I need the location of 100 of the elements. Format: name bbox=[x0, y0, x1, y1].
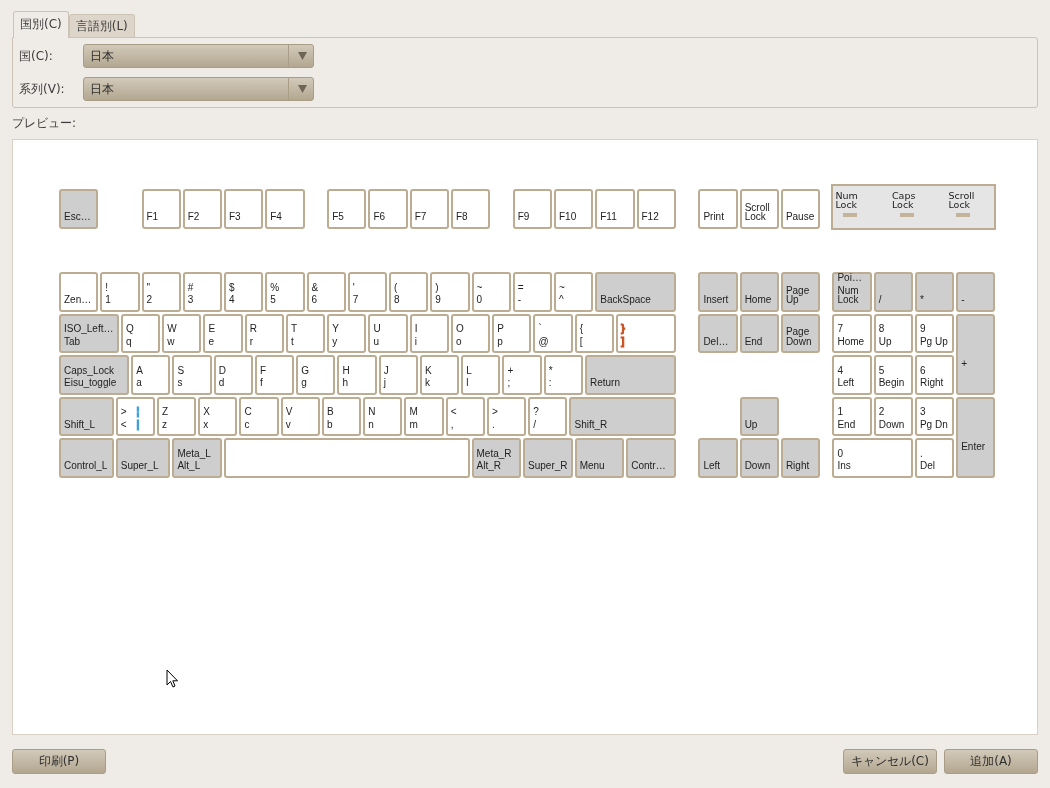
key[interactable]: { [ bbox=[574, 313, 614, 353]
key[interactable]: F4 bbox=[265, 189, 305, 229]
key[interactable]: W w bbox=[162, 313, 202, 353]
key[interactable]: O o bbox=[450, 313, 491, 353]
key[interactable]: ! 1 bbox=[100, 272, 140, 312]
key[interactable]: . Del bbox=[914, 438, 955, 478]
key[interactable]: * : bbox=[543, 355, 583, 395]
function-key[interactable]: Menu bbox=[574, 438, 625, 478]
key[interactable]: G g bbox=[296, 355, 336, 395]
key[interactable]: 1 End bbox=[832, 396, 872, 436]
key[interactable]: E e bbox=[203, 313, 243, 353]
key[interactable]: F1 bbox=[141, 189, 181, 229]
function-key[interactable]: Left bbox=[698, 438, 738, 478]
key[interactable]: D d bbox=[213, 355, 253, 395]
key[interactable]: < , bbox=[445, 396, 485, 436]
key[interactable]: R r bbox=[244, 313, 284, 353]
key[interactable]: Z z bbox=[156, 396, 197, 436]
key[interactable]: $ 4 bbox=[224, 272, 264, 312]
key[interactable]: B b bbox=[321, 396, 362, 436]
function-key[interactable]: * bbox=[914, 272, 955, 312]
function-key[interactable]: Del… bbox=[698, 313, 738, 353]
function-key[interactable]: Meta_R Alt_R bbox=[471, 438, 522, 478]
function-key[interactable]: Up bbox=[739, 396, 779, 436]
function-key[interactable]: Super_L bbox=[115, 438, 171, 478]
key[interactable]: Pause bbox=[780, 189, 821, 229]
function-key[interactable]: / bbox=[873, 272, 913, 312]
key[interactable]: F10 bbox=[554, 189, 594, 229]
add-button[interactable]: 追加(A) bbox=[944, 749, 1038, 774]
key[interactable]: F5 bbox=[327, 189, 367, 229]
function-key[interactable]: - bbox=[956, 272, 996, 312]
key[interactable]: 0 Ins bbox=[832, 438, 913, 478]
function-key[interactable]: Control_L bbox=[59, 438, 114, 478]
key[interactable]: J j bbox=[378, 355, 418, 395]
tab[interactable]: 国別(C) bbox=[13, 11, 69, 38]
function-key[interactable]: BackSpace bbox=[595, 272, 676, 312]
key[interactable]: # 3 bbox=[182, 272, 222, 312]
key[interactable]: N n bbox=[363, 396, 403, 436]
function-key[interactable]: Super_R bbox=[523, 438, 573, 478]
function-key[interactable]: Meta_L Alt_L bbox=[172, 438, 222, 478]
function-key[interactable]: Page Down bbox=[780, 313, 821, 353]
function-key[interactable]: Enter bbox=[956, 396, 996, 478]
function-key[interactable]: Home bbox=[739, 272, 779, 312]
key[interactable]: + ; bbox=[502, 355, 542, 395]
function-key[interactable]: Down bbox=[739, 438, 779, 478]
key[interactable]: U u bbox=[368, 313, 408, 353]
key[interactable]: 7 Home bbox=[832, 313, 872, 353]
function-key[interactable]: Caps_Lock Eisu_toggle bbox=[59, 355, 130, 395]
key[interactable]: F8 bbox=[450, 189, 491, 229]
key[interactable]: C c bbox=[239, 396, 279, 436]
function-key[interactable]: Right bbox=[780, 438, 821, 478]
function-key[interactable]: End bbox=[739, 313, 779, 353]
key[interactable]: L l bbox=[461, 355, 501, 395]
function-key[interactable]: Page Up bbox=[780, 272, 821, 312]
function-key[interactable]: Shift_R bbox=[569, 396, 676, 436]
key[interactable]: ' 7 bbox=[347, 272, 387, 312]
key[interactable]: 2 Down bbox=[873, 396, 913, 436]
key[interactable]: F9 bbox=[512, 189, 552, 229]
function-key[interactable]: Insert bbox=[698, 272, 738, 312]
key[interactable]: ~ 0 bbox=[471, 272, 511, 312]
key[interactable]: ` @ bbox=[533, 313, 573, 353]
key[interactable]: F12 bbox=[636, 189, 676, 229]
key[interactable]: F2 bbox=[182, 189, 222, 229]
key[interactable]: ~ ^ bbox=[554, 272, 594, 312]
key[interactable]: K k bbox=[419, 355, 460, 395]
key[interactable]: = - bbox=[512, 272, 552, 312]
key[interactable]: Zen… bbox=[59, 272, 99, 312]
function-key[interactable]: ISO_Left… Tab bbox=[59, 313, 119, 353]
key[interactable]: X x bbox=[198, 396, 238, 436]
key[interactable]: ( 8 bbox=[389, 272, 429, 312]
key[interactable]: M m bbox=[404, 396, 444, 436]
key[interactable]: F7 bbox=[409, 189, 449, 229]
key[interactable]: & 6 bbox=[306, 272, 346, 312]
key[interactable]: 8 Up bbox=[873, 313, 913, 353]
function-key[interactable]: + bbox=[956, 313, 996, 395]
key[interactable]: Print bbox=[698, 189, 738, 229]
key[interactable]: > . bbox=[486, 396, 527, 436]
key[interactable]: 9 Pg Up bbox=[914, 313, 955, 353]
print-button[interactable]: 印刷(P) bbox=[12, 749, 106, 774]
key[interactable]: " 2 bbox=[141, 272, 181, 312]
key[interactable]: F f bbox=[254, 355, 295, 395]
key[interactable]: Scroll Lock bbox=[739, 189, 779, 229]
key[interactable]: ) 9 bbox=[430, 272, 470, 312]
key[interactable]: ? / bbox=[528, 396, 568, 436]
key[interactable]: 4 Left bbox=[832, 355, 872, 395]
function-key[interactable]: Return bbox=[584, 355, 676, 395]
key[interactable]: T t bbox=[285, 313, 326, 353]
function-key[interactable]: Esc… bbox=[59, 189, 99, 229]
key[interactable]: S s bbox=[172, 355, 212, 395]
key[interactable]: I i bbox=[409, 313, 449, 353]
function-key[interactable]: Contr… bbox=[626, 438, 676, 478]
key[interactable]: Q q bbox=[120, 313, 161, 353]
dropdown[interactable]: 日本 bbox=[83, 77, 314, 101]
key[interactable]: H h bbox=[337, 355, 377, 395]
function-key[interactable]: Shift_L bbox=[59, 396, 114, 436]
dropdown[interactable]: 日本 bbox=[83, 44, 314, 68]
key[interactable]: % 5 bbox=[265, 272, 305, 312]
key[interactable]: } ] bbox=[615, 313, 676, 353]
key[interactable]: Y y bbox=[327, 313, 367, 353]
key[interactable]: A a bbox=[131, 355, 171, 395]
key[interactable]: 5 Begin bbox=[873, 355, 913, 395]
